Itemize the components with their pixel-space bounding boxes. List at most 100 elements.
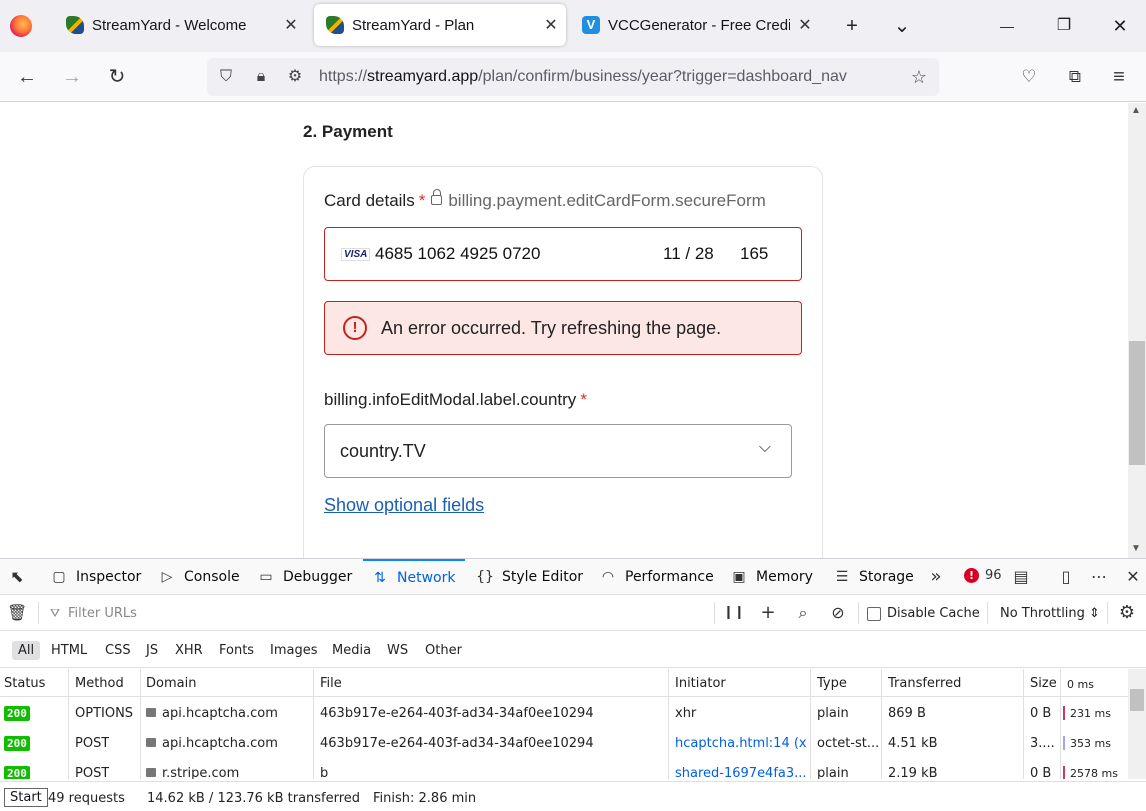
filter-ws[interactable]: WS (381, 641, 414, 660)
column-file[interactable]: File (320, 676, 342, 691)
card-number-input[interactable]: VISA 4685 1062 4925 0720 11 / 28 165 (324, 227, 802, 281)
debugger-icon: ▭ (259, 569, 273, 585)
filter-css[interactable]: CSS (99, 641, 137, 660)
close-tab-icon[interactable]: ✕ (536, 15, 566, 35)
tab-memory[interactable]: ▣ Memory (730, 559, 813, 595)
bookmark-star-icon[interactable]: ☆ (909, 67, 929, 87)
pause-icon[interactable]: ❙❙ (723, 603, 745, 623)
filter-images[interactable]: Images (264, 641, 324, 660)
element-picker-icon[interactable]: ⬉ (7, 567, 27, 587)
search-icon[interactable]: ⌕ (793, 603, 813, 623)
table-row[interactable]: 200 POST api.hcaptcha.com 463b917e-e264-… (0, 728, 1128, 758)
column-initiator[interactable]: Initiator (675, 676, 726, 691)
new-tab-button[interactable]: + (838, 12, 866, 40)
tab-debugger[interactable]: ▭ Debugger (257, 559, 352, 595)
throttling-select[interactable]: No Throttling ⇕ (1000, 606, 1100, 621)
scroll-down-arrow-icon[interactable]: ▼ (1131, 543, 1141, 554)
page-scrollbar[interactable]: ▲ ▼ (1128, 103, 1146, 558)
block-icon[interactable]: ⊘ (828, 603, 848, 623)
column-method[interactable]: Method (75, 676, 124, 691)
cell-time: 2578 ms (1070, 767, 1118, 779)
disable-cache-checkbox[interactable]: Disable Cache (867, 606, 980, 621)
card-cvc-value[interactable]: 165 (740, 244, 768, 264)
extensions-icon[interactable]: ⧉ (1061, 63, 1089, 91)
trash-icon[interactable]: 🗑︎ (7, 603, 27, 623)
cell-initiator[interactable]: shared-1697e4fa3... (675, 766, 807, 779)
show-optional-fields-link[interactable]: Show optional fields (324, 495, 484, 516)
scrollbar-thumb[interactable] (1129, 341, 1145, 465)
filter-xhr[interactable]: XHR (169, 641, 209, 660)
filter-other[interactable]: Other (419, 641, 468, 660)
list-tabs-button[interactable]: ⌄ (888, 12, 916, 40)
table-header: Status Method Domain File Initiator Type… (0, 669, 1128, 697)
tab-storage[interactable]: ☰ Storage (833, 559, 914, 595)
tab-streamyard-welcome[interactable]: StreamYard - Welcome ✕ (54, 4, 306, 46)
tab-strip: StreamYard - Welcome ✕ StreamYard - Plan… (0, 0, 1146, 52)
cell-initiator[interactable]: hcaptcha.html:14 (x... (675, 736, 807, 751)
finish-time: Finish: 2.86 min (373, 791, 477, 806)
url-text[interactable]: https://streamyard.app/plan/confirm/busi… (319, 68, 894, 86)
shield-icon[interactable]: ⛉ (216, 67, 236, 87)
add-request-icon[interactable]: + (758, 603, 778, 623)
transferred-summary: 14.62 kB / 123.76 kB transferred (147, 791, 361, 806)
filter-html[interactable]: HTML (45, 641, 93, 660)
pocket-icon[interactable]: ♡ (1015, 63, 1043, 91)
waterfall-bar (1063, 706, 1065, 720)
gear-icon[interactable]: ⚙ (1117, 603, 1137, 623)
filter-js[interactable]: JS (140, 641, 164, 660)
card-expiry-value[interactable]: 11 / 28 (663, 244, 714, 264)
filter-all[interactable]: All (12, 641, 41, 660)
style-editor-icon: {} (476, 569, 494, 585)
responsive-design-icon[interactable]: ▯ (1056, 567, 1076, 587)
filter-urls-input[interactable]: Filter URLs (68, 606, 137, 621)
country-select[interactable]: country.TV ⌵ (324, 424, 792, 478)
url-bar[interactable]: ⛉ 🔒︎ ⚙ https://streamyard.app/plan/confi… (207, 58, 939, 96)
country-value: country.TV (340, 441, 426, 461)
tab-style-editor[interactable]: {} Style Editor (476, 559, 583, 595)
forward-arrow-icon[interactable]: → (58, 63, 86, 91)
separator (38, 602, 39, 624)
menu-icon[interactable]: ≡ (1105, 63, 1133, 91)
more-tools-icon[interactable]: » (926, 567, 946, 587)
table-row[interactable]: 200 OPTIONS api.hcaptcha.com 463b917e-e2… (0, 698, 1128, 728)
tab-vccgenerator[interactable]: V VCCGenerator - Free Credit Card ✕ (570, 4, 820, 46)
more-options-icon[interactable]: ⋯ (1089, 567, 1109, 587)
restore-button[interactable]: ❐ (1050, 12, 1078, 40)
tab-streamyard-plan[interactable]: StreamYard - Plan ✕ (314, 4, 566, 46)
lock-icon[interactable]: 🔒︎ (251, 67, 271, 87)
request-count: 49 requests (48, 791, 125, 806)
tab-inspector[interactable]: ▢ Inspector (50, 559, 141, 595)
tab-label: Style Editor (502, 569, 584, 585)
filter-fonts[interactable]: Fonts (213, 641, 260, 660)
tab-title: StreamYard - Welcome (92, 16, 247, 34)
tab-console[interactable]: ▷ Console (158, 559, 240, 595)
close-window-button[interactable]: ✕ (1106, 12, 1134, 40)
close-tab-icon[interactable]: ✕ (276, 15, 306, 35)
error-count-badge[interactable]: ! 96 (964, 568, 1002, 583)
close-devtools-icon[interactable]: ✕ (1123, 567, 1143, 587)
column-waterfall[interactable]: 0 ms (1067, 678, 1094, 691)
minimize-button[interactable]: — (993, 12, 1021, 40)
network-table-scrollbar[interactable] (1128, 669, 1146, 779)
firefox-icon[interactable] (10, 15, 32, 37)
waterfall-bar (1063, 736, 1065, 750)
scrollbar-thumb[interactable] (1130, 689, 1144, 711)
filter-media[interactable]: Media (326, 641, 377, 660)
column-transferred[interactable]: Transferred (888, 676, 961, 691)
reload-icon[interactable]: ↻ (103, 63, 131, 91)
tab-performance[interactable]: ◠ Performance (599, 559, 714, 595)
separator (858, 602, 859, 624)
tab-network[interactable]: ⇅ Network (363, 559, 465, 595)
split-console-icon[interactable]: ▤ (1011, 567, 1031, 587)
column-domain[interactable]: Domain (146, 676, 196, 691)
required-mark: * (580, 390, 587, 409)
card-number-value[interactable]: 4685 1062 4925 0720 (375, 244, 540, 264)
column-size[interactable]: Size (1030, 676, 1057, 691)
back-arrow-icon[interactable]: ← (13, 63, 41, 91)
close-tab-icon[interactable]: ✕ (790, 15, 820, 35)
permissions-icon[interactable]: ⚙ (285, 67, 305, 87)
column-type[interactable]: Type (817, 676, 847, 691)
table-row[interactable]: 200 POST r.stripe.com b shared-1697e4fa3… (0, 758, 1128, 779)
column-status[interactable]: Status (4, 676, 45, 691)
scroll-up-arrow-icon[interactable]: ▲ (1131, 105, 1141, 116)
